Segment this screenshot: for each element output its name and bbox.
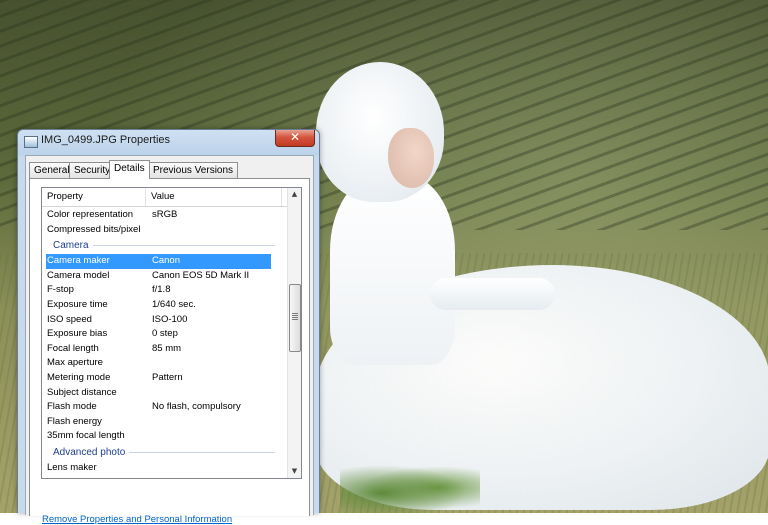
scroll-thumb[interactable] xyxy=(289,284,301,352)
list-row[interactable]: Flash energy xyxy=(42,415,287,430)
close-button[interactable]: ✕ xyxy=(275,130,315,147)
list-row[interactable]: F-stop f/1.8 xyxy=(42,283,287,298)
column-header-value[interactable]: Value xyxy=(146,188,282,206)
group-header-advanced-photo: Advanced photo xyxy=(42,443,287,461)
vertical-scrollbar[interactable]: ▲ ▼ xyxy=(287,188,301,478)
row-property: Exposure time xyxy=(47,298,108,310)
scroll-down-icon[interactable]: ▼ xyxy=(288,465,301,478)
list-row[interactable]: Color representation sRGB xyxy=(42,208,287,223)
list-row[interactable]: Metering mode Pattern xyxy=(42,371,287,386)
row-property: Flash mode xyxy=(47,401,97,413)
list-row[interactable]: Focal length 85 mm xyxy=(42,342,287,357)
remove-properties-link[interactable]: Remove Properties and Personal Informati… xyxy=(42,514,232,525)
list-row[interactable]: Compressed bits/pixel xyxy=(42,223,287,238)
row-property: Compressed bits/pixel xyxy=(47,223,141,235)
details-list[interactable]: Property Value Color representation sRGB… xyxy=(41,187,302,479)
row-property: ISO speed xyxy=(47,313,92,325)
row-value: f/1.8 xyxy=(152,284,171,296)
list-row-selected[interactable]: Camera maker Canon xyxy=(46,254,271,269)
title-bar[interactable]: IMG_0499.JPG Properties ✕ xyxy=(18,130,319,152)
photo-figure xyxy=(330,175,455,365)
row-property: Focal length xyxy=(47,342,99,354)
row-value: 1/640 sec. xyxy=(152,298,196,310)
window-title: IMG_0499.JPG Properties xyxy=(41,134,171,146)
row-value: 85 mm xyxy=(152,342,182,354)
list-row[interactable]: Exposure bias 0 step xyxy=(42,327,287,342)
group-label: Camera xyxy=(53,237,93,255)
dialog-client: General Security Details Previous Versio… xyxy=(25,155,314,525)
row-value: Pattern xyxy=(152,371,183,383)
group-label: Advanced photo xyxy=(53,443,130,461)
details-panel: Property Value Color representation sRGB… xyxy=(29,178,310,525)
list-rows: Color representation sRGB Compressed bit… xyxy=(42,208,287,476)
column-header-property[interactable]: Property xyxy=(42,188,146,206)
list-row[interactable]: Max aperture xyxy=(42,356,287,371)
properties-window: IMG_0499.JPG Properties ✕ General Securi… xyxy=(17,129,320,525)
row-value: Canon xyxy=(152,255,180,267)
row-property: Max aperture xyxy=(47,357,103,369)
list-row[interactable]: Exposure time 1/640 sec. xyxy=(42,298,287,313)
row-property: Subject distance xyxy=(47,386,117,398)
tab-general[interactable]: General xyxy=(29,162,75,178)
row-property: Flash energy xyxy=(47,415,102,427)
row-property: Metering mode xyxy=(47,371,111,383)
row-value: ISO-100 xyxy=(152,313,188,325)
row-value: No flash, compulsory xyxy=(152,401,241,413)
photo-face xyxy=(388,128,434,188)
list-row[interactable]: 35mm focal length xyxy=(42,429,287,444)
file-icon xyxy=(24,136,38,148)
group-header-camera: Camera xyxy=(42,237,287,255)
row-property: Color representation xyxy=(47,209,134,220)
row-property: Camera maker xyxy=(47,255,110,267)
row-property: F-stop xyxy=(47,284,74,296)
list-row[interactable]: Lens maker xyxy=(42,461,287,476)
list-row[interactable]: Subject distance xyxy=(42,386,287,401)
scroll-up-icon[interactable]: ▲ xyxy=(288,188,301,201)
list-row[interactable]: Camera model Canon EOS 5D Mark II xyxy=(42,269,287,284)
tab-previous-versions[interactable]: Previous Versions xyxy=(148,162,239,178)
row-property: Exposure bias xyxy=(47,328,108,340)
list-row[interactable]: ISO speed ISO-100 xyxy=(42,313,287,328)
list-header: Property Value xyxy=(42,188,287,207)
row-property: Camera model xyxy=(47,269,110,281)
row-value: sRGB xyxy=(152,209,178,220)
row-value: Canon EOS 5D Mark II xyxy=(152,269,250,281)
list-row[interactable]: Flash mode No flash, compulsory xyxy=(42,400,287,415)
grip-icon xyxy=(292,313,298,320)
row-value: 0 step xyxy=(152,328,178,340)
row-property: Lens maker xyxy=(47,461,97,473)
photo-plant xyxy=(340,460,480,513)
photo-arm xyxy=(430,278,555,310)
tab-details[interactable]: Details xyxy=(109,160,150,179)
row-property: 35mm focal length xyxy=(47,430,125,442)
